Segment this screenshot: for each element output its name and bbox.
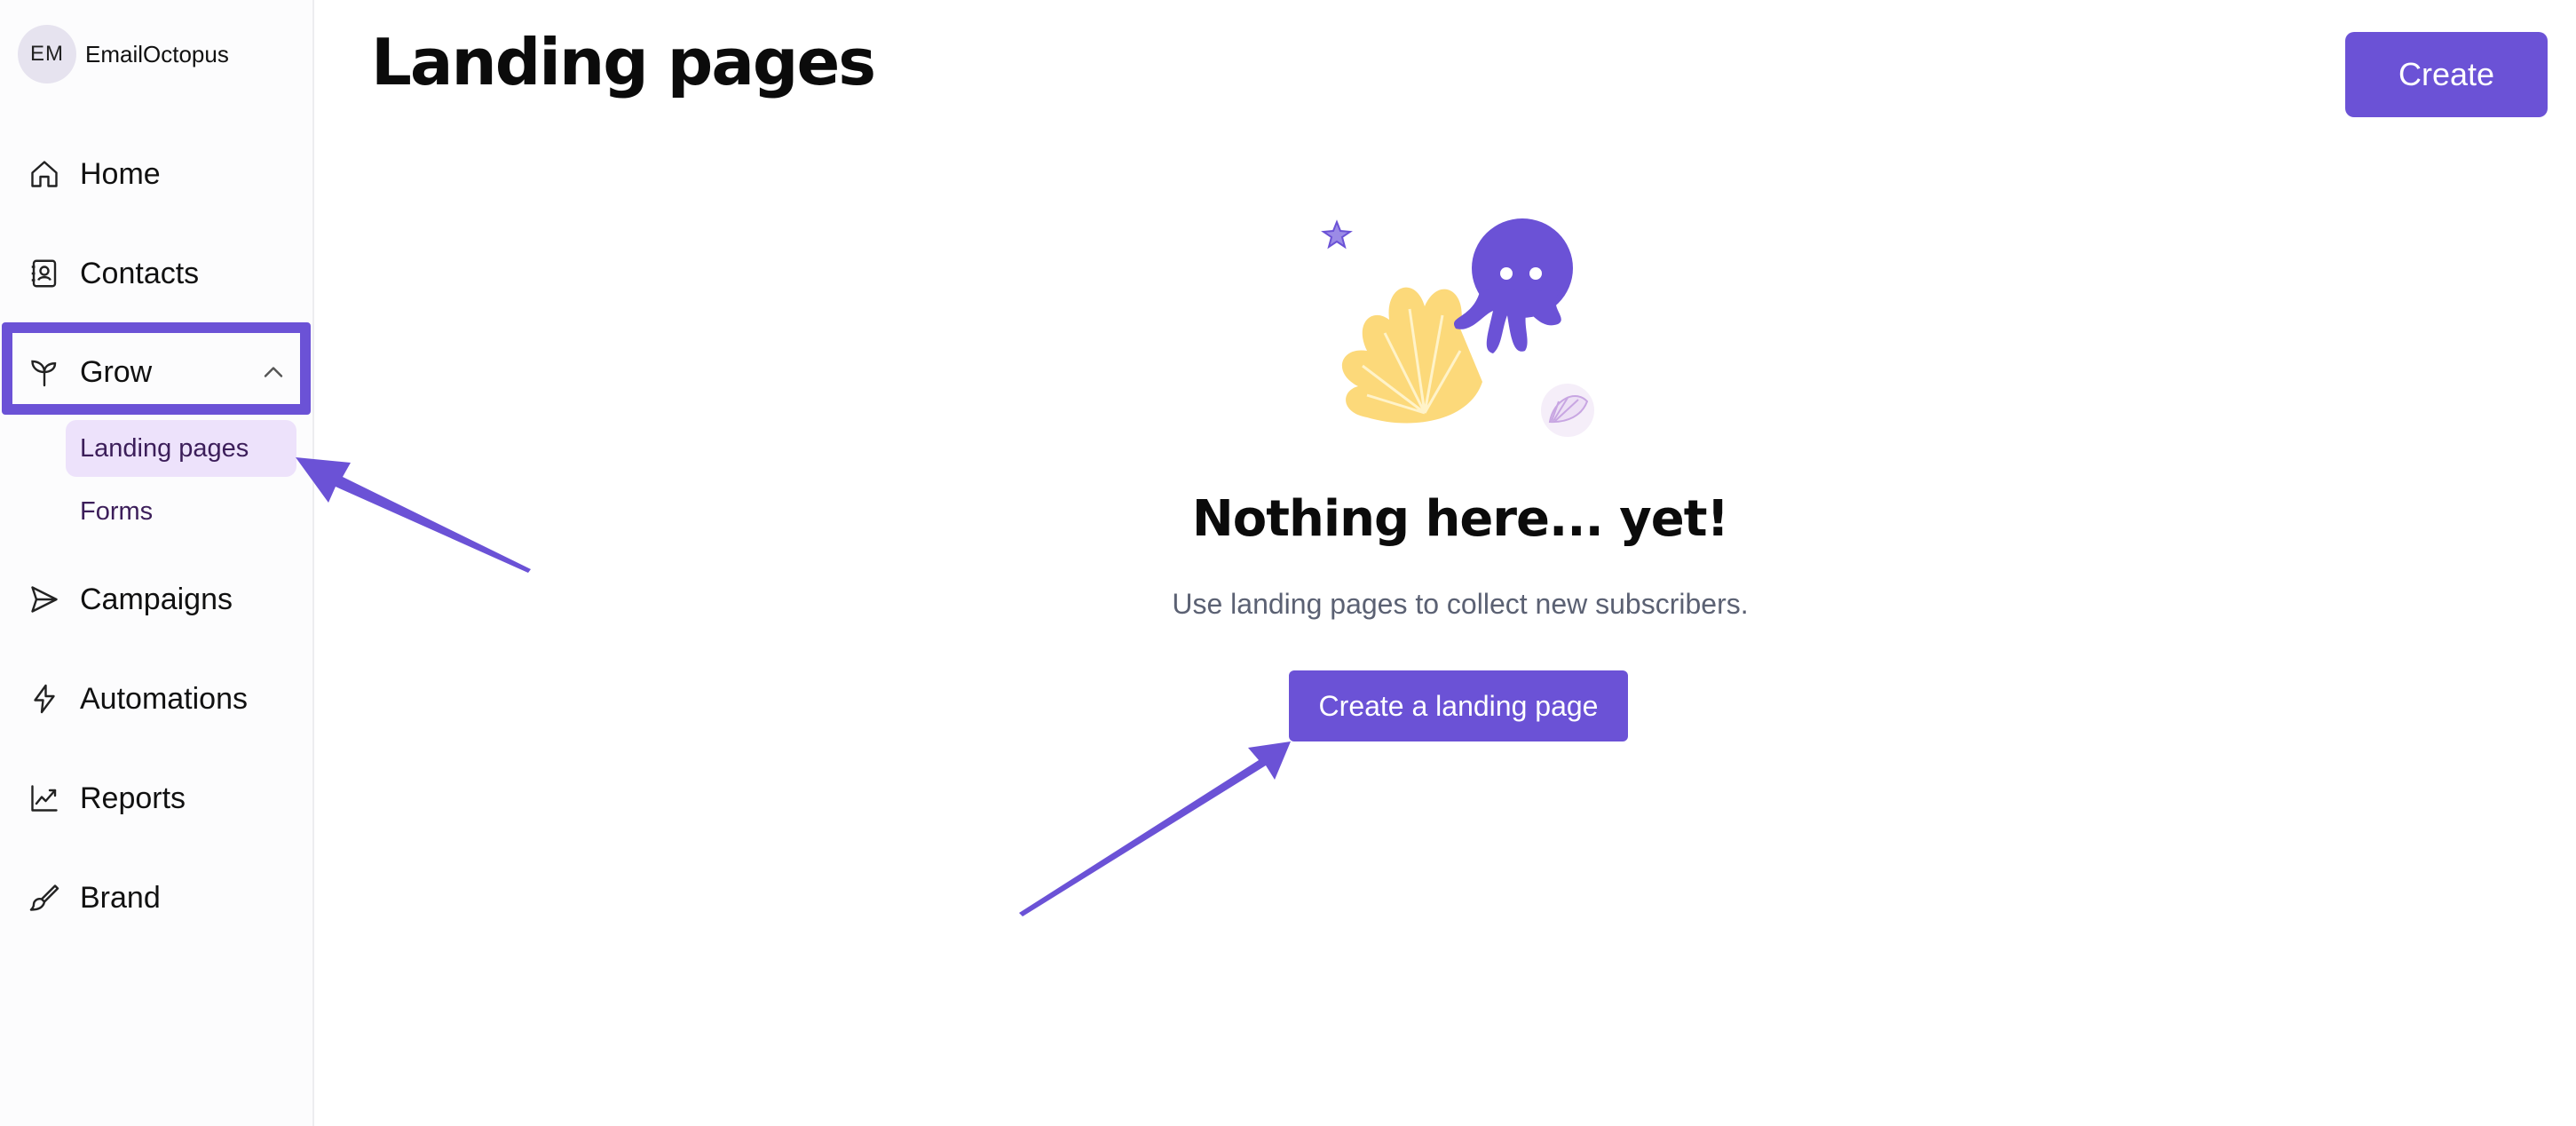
sidebar-item-reports[interactable]: Reports <box>27 772 186 825</box>
empty-state-title: Nothing here... yet! <box>1191 490 1729 548</box>
sidebar: EM EmailOctopus Home Contacts Grow Landi… <box>0 0 314 1126</box>
arrow-to-landing-pages <box>296 457 531 573</box>
sidebar-item-label: Home <box>80 156 161 191</box>
send-icon <box>27 582 62 617</box>
starfish-icon <box>1321 219 1353 250</box>
sidebar-item-label: Campaigns <box>80 582 233 616</box>
small-shell-icon <box>1541 384 1594 437</box>
sidebar-item-contacts[interactable]: Contacts <box>27 247 199 300</box>
home-icon <box>27 156 62 192</box>
annotation-arrows <box>296 457 1291 916</box>
contacts-icon <box>27 256 62 291</box>
sidebar-item-home[interactable]: Home <box>27 147 161 201</box>
chevron-up-icon[interactable] <box>257 356 289 388</box>
brush-icon <box>27 880 62 916</box>
sidebar-item-label: Reports <box>80 781 186 815</box>
lightning-icon <box>27 681 62 717</box>
sidebar-item-label: Contacts <box>80 256 200 290</box>
sidebar-subitem-landing-pages[interactable]: Landing pages <box>66 420 296 477</box>
sidebar-item-label: Grow <box>80 354 153 389</box>
sidebar-item-grow[interactable]: Grow <box>27 345 289 399</box>
account-switcher[interactable]: EM EmailOctopus <box>18 25 229 83</box>
sidebar-item-label: Automations <box>80 681 248 716</box>
sidebar-item-label: Brand <box>80 880 161 915</box>
sprout-icon <box>27 354 62 390</box>
empty-state-subtitle: Use landing pages to collect new subscri… <box>1172 588 1749 620</box>
chart-icon <box>27 781 62 816</box>
sidebar-item-brand[interactable]: Brand <box>27 871 161 924</box>
avatar[interactable]: EM <box>18 25 76 83</box>
page-title: Landing pages <box>371 25 876 99</box>
octopus-icon <box>1453 218 1573 353</box>
create-button[interactable]: Create <box>2345 32 2548 117</box>
sidebar-subitem-forms[interactable]: Forms <box>66 483 167 540</box>
shell-icon <box>1341 287 1482 424</box>
sidebar-item-campaigns[interactable]: Campaigns <box>27 573 233 626</box>
create-landing-page-button[interactable]: Create a landing page <box>1289 670 1628 741</box>
arrow-to-create-button <box>1019 741 1291 916</box>
octopus-illustration <box>1321 218 1594 437</box>
account-name[interactable]: EmailOctopus <box>85 41 229 68</box>
sidebar-item-automations[interactable]: Automations <box>27 672 248 726</box>
